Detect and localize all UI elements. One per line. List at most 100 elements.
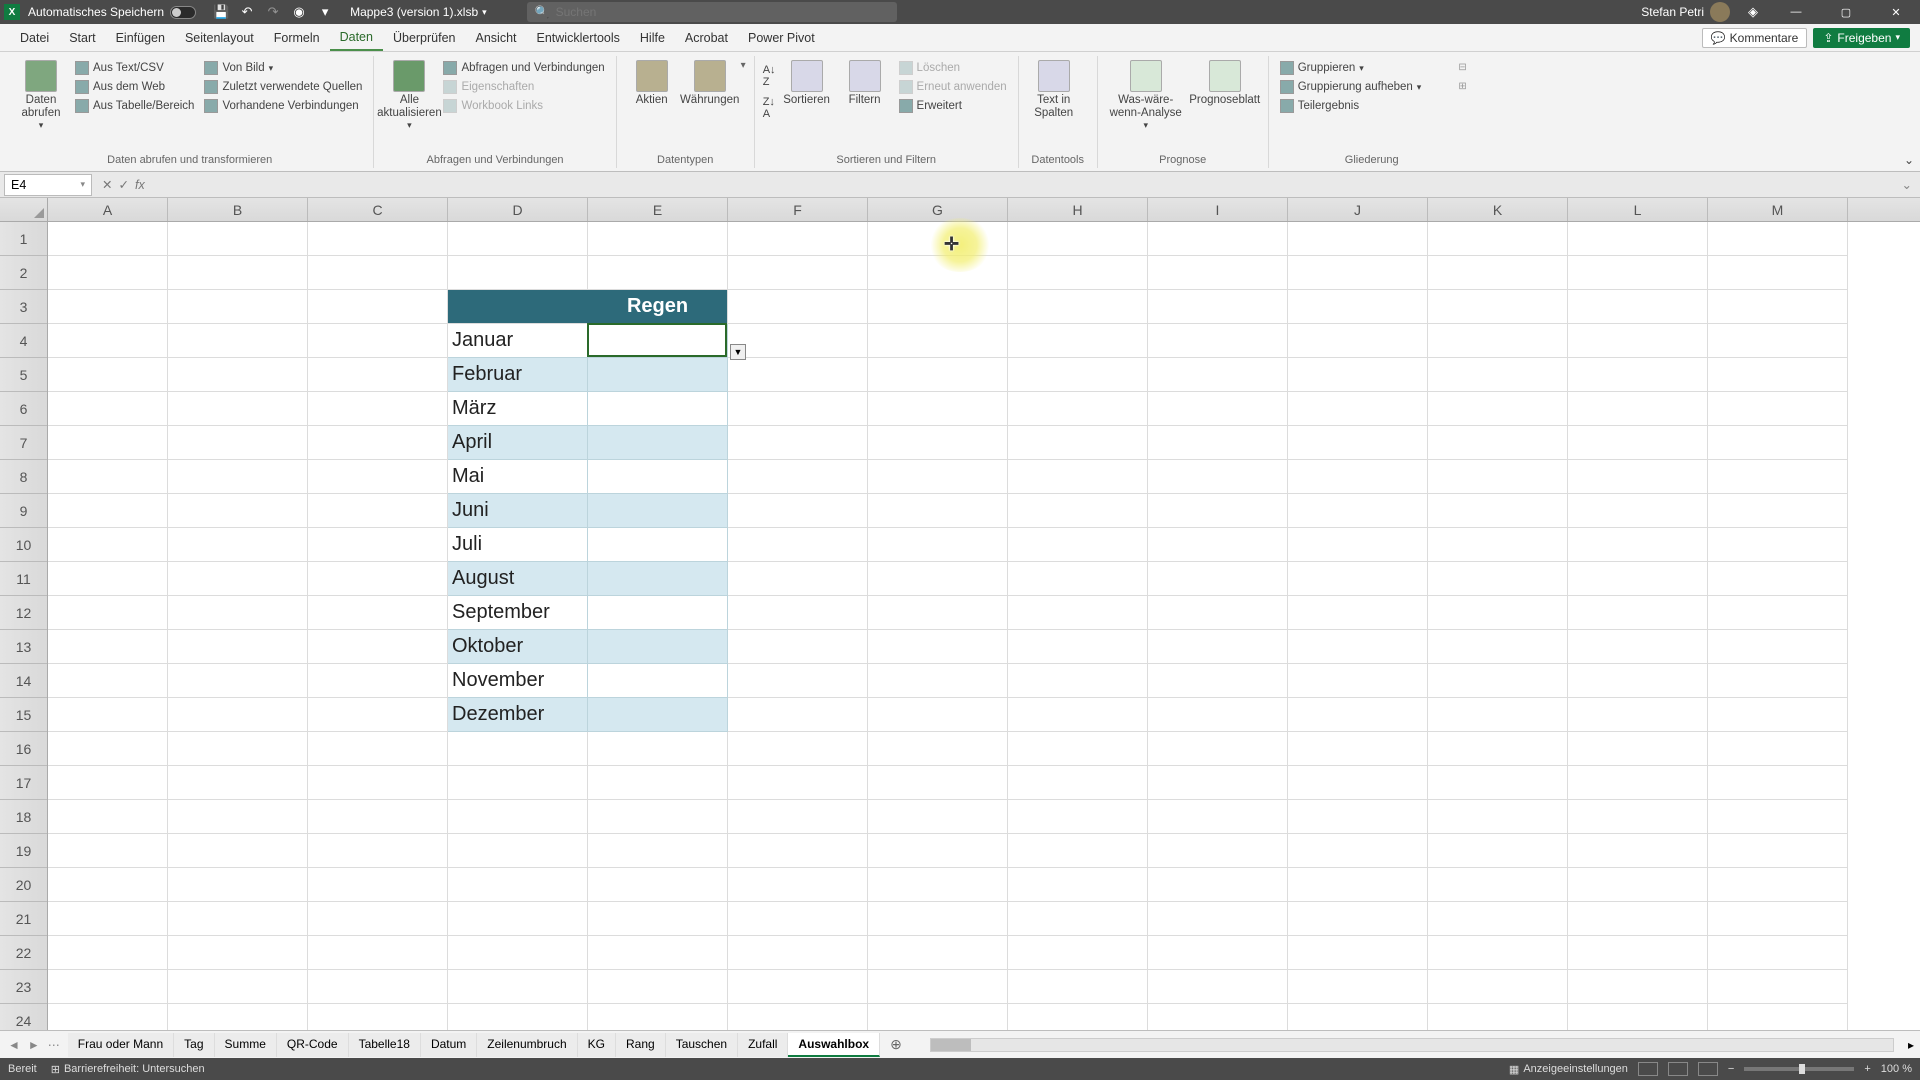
ribbon-tab-start[interactable]: Start (59, 24, 105, 51)
cell-J14[interactable] (1288, 664, 1428, 698)
cell-G4[interactable] (868, 324, 1008, 358)
cell-C23[interactable] (308, 970, 448, 1004)
ribbon-tab-überprüfen[interactable]: Überprüfen (383, 24, 466, 51)
cell-E5[interactable] (588, 358, 728, 392)
close-button[interactable]: ✕ (1876, 0, 1916, 24)
row-header-4[interactable]: 4 (0, 324, 47, 358)
cell-H10[interactable] (1008, 528, 1148, 562)
cell-G21[interactable] (868, 902, 1008, 936)
row-header-6[interactable]: 6 (0, 392, 47, 426)
cell-I19[interactable] (1148, 834, 1288, 868)
cell-F22[interactable] (728, 936, 868, 970)
cell-B2[interactable] (168, 256, 308, 290)
scroll-right-icon[interactable]: ▸ (1902, 1038, 1920, 1052)
cell-L4[interactable] (1568, 324, 1708, 358)
cell-D20[interactable] (448, 868, 588, 902)
cell-A8[interactable] (48, 460, 168, 494)
cell-G17[interactable] (868, 766, 1008, 800)
cell-E22[interactable] (588, 936, 728, 970)
sheet-tab-tauschen[interactable]: Tauschen (666, 1033, 738, 1057)
cell-B24[interactable] (168, 1004, 308, 1030)
column-header-H[interactable]: H (1008, 198, 1148, 221)
cells-area[interactable]: RegenJanuarFebruarMärzAprilMaiJuniJuliAu… (48, 222, 1920, 1030)
ribbon-tab-hilfe[interactable]: Hilfe (630, 24, 675, 51)
minimize-button[interactable]: — (1776, 0, 1816, 24)
cell-A4[interactable] (48, 324, 168, 358)
cell-C8[interactable] (308, 460, 448, 494)
zoom-out-button[interactable]: − (1728, 1063, 1734, 1075)
cell-M7[interactable] (1708, 426, 1848, 460)
cell-E7[interactable] (588, 426, 728, 460)
row-header-9[interactable]: 9 (0, 494, 47, 528)
cell-B20[interactable] (168, 868, 308, 902)
search-input[interactable] (556, 5, 889, 19)
cell-I7[interactable] (1148, 426, 1288, 460)
cell-K1[interactable] (1428, 222, 1568, 256)
row-header-24[interactable]: 24 (0, 1004, 47, 1030)
sheet-tab-tabelle18[interactable]: Tabelle18 (349, 1033, 421, 1057)
cell-J17[interactable] (1288, 766, 1428, 800)
cell-A6[interactable] (48, 392, 168, 426)
cell-G1[interactable] (868, 222, 1008, 256)
cell-A14[interactable] (48, 664, 168, 698)
cell-G6[interactable] (868, 392, 1008, 426)
cell-A15[interactable] (48, 698, 168, 732)
normal-view-button[interactable] (1638, 1062, 1658, 1076)
cell-J12[interactable] (1288, 596, 1428, 630)
cell-K20[interactable] (1428, 868, 1568, 902)
row-header-2[interactable]: 2 (0, 256, 47, 290)
cell-A19[interactable] (48, 834, 168, 868)
cell-C24[interactable] (308, 1004, 448, 1030)
cell-H13[interactable] (1008, 630, 1148, 664)
cell-C16[interactable] (308, 732, 448, 766)
cell-D7[interactable]: April (448, 426, 588, 460)
cell-L23[interactable] (1568, 970, 1708, 1004)
group-button[interactable]: Gruppieren ▾ (1277, 60, 1425, 76)
cell-M22[interactable] (1708, 936, 1848, 970)
cell-H21[interactable] (1008, 902, 1148, 936)
cell-H2[interactable] (1008, 256, 1148, 290)
cell-K17[interactable] (1428, 766, 1568, 800)
cell-H19[interactable] (1008, 834, 1148, 868)
cell-B6[interactable] (168, 392, 308, 426)
cell-G3[interactable] (868, 290, 1008, 324)
cell-K2[interactable] (1428, 256, 1568, 290)
cell-J3[interactable] (1288, 290, 1428, 324)
new-sheet-button[interactable]: ⊕ (880, 1036, 912, 1053)
cell-L16[interactable] (1568, 732, 1708, 766)
cell-K9[interactable] (1428, 494, 1568, 528)
cell-F24[interactable] (728, 1004, 868, 1030)
cell-J16[interactable] (1288, 732, 1428, 766)
cell-L1[interactable] (1568, 222, 1708, 256)
cell-F8[interactable] (728, 460, 868, 494)
cell-D3[interactable] (448, 290, 588, 324)
cell-D8[interactable]: Mai (448, 460, 588, 494)
cell-I11[interactable] (1148, 562, 1288, 596)
cell-M20[interactable] (1708, 868, 1848, 902)
cell-D17[interactable] (448, 766, 588, 800)
ribbon-tab-seitenlayout[interactable]: Seitenlayout (175, 24, 264, 51)
cell-J18[interactable] (1288, 800, 1428, 834)
row-header-17[interactable]: 17 (0, 766, 47, 800)
cell-F18[interactable] (728, 800, 868, 834)
cell-D15[interactable]: Dezember (448, 698, 588, 732)
cell-J2[interactable] (1288, 256, 1428, 290)
row-header-20[interactable]: 20 (0, 868, 47, 902)
cell-E24[interactable] (588, 1004, 728, 1030)
cell-E23[interactable] (588, 970, 728, 1004)
cell-I2[interactable] (1148, 256, 1288, 290)
cell-G11[interactable] (868, 562, 1008, 596)
cell-E20[interactable] (588, 868, 728, 902)
cell-G12[interactable] (868, 596, 1008, 630)
cell-J11[interactable] (1288, 562, 1428, 596)
cell-H5[interactable] (1008, 358, 1148, 392)
sheet-tab-summe[interactable]: Summe (215, 1033, 277, 1057)
cell-K4[interactable] (1428, 324, 1568, 358)
filename-label[interactable]: Mappe3 (version 1).xlsb ▾ (350, 5, 487, 19)
row-header-22[interactable]: 22 (0, 936, 47, 970)
cell-C12[interactable] (308, 596, 448, 630)
cell-D22[interactable] (448, 936, 588, 970)
row-header-8[interactable]: 8 (0, 460, 47, 494)
cell-A7[interactable] (48, 426, 168, 460)
cell-H1[interactable] (1008, 222, 1148, 256)
